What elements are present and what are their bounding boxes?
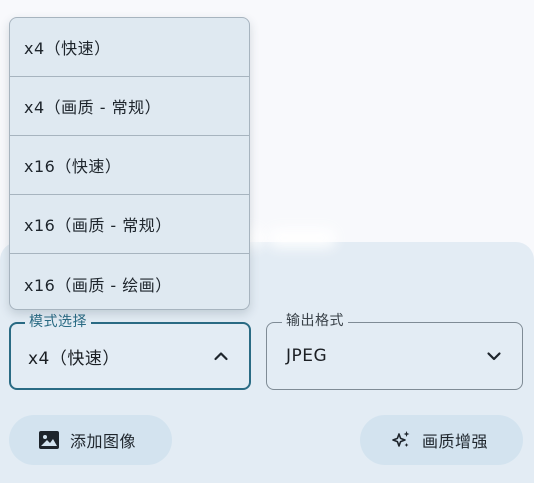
chevron-down-icon [487,352,501,361]
enhance-button[interactable]: 画质增强 [360,415,523,465]
add-image-label: 添加图像 [70,432,137,451]
enhance-label: 画质增强 [422,432,489,451]
format-select-value: JPEG [286,346,328,366]
sparkle-icon [392,431,410,447]
menu-item-x16-quality-painting[interactable]: x16（画质 - 绘画） [10,254,249,309]
mode-select[interactable]: 模式选择 x4（快速） [9,313,251,390]
blurred-text [268,228,336,248]
chevron-up-icon [214,352,228,361]
menu-item-x4-fast[interactable]: x4（快速） [10,18,249,77]
menu-item-x16-fast[interactable]: x16（快速） [10,136,249,195]
mode-select-value: x4（快速） [28,348,120,369]
format-select-label: 输出格式 [282,312,348,330]
format-select[interactable]: 输出格式 JPEG [266,312,523,390]
add-image-button[interactable]: 添加图像 [9,415,172,465]
mode-dropdown-menu: x4（快速） x4（画质 - 常规） x16（快速） x16（画质 - 常规） … [9,17,250,310]
mode-select-label: 模式选择 [25,313,91,331]
menu-item-x16-quality-normal[interactable]: x16（画质 - 常规） [10,195,249,254]
image-icon [39,431,59,449]
menu-item-x4-quality-normal[interactable]: x4（画质 - 常规） [10,77,249,136]
